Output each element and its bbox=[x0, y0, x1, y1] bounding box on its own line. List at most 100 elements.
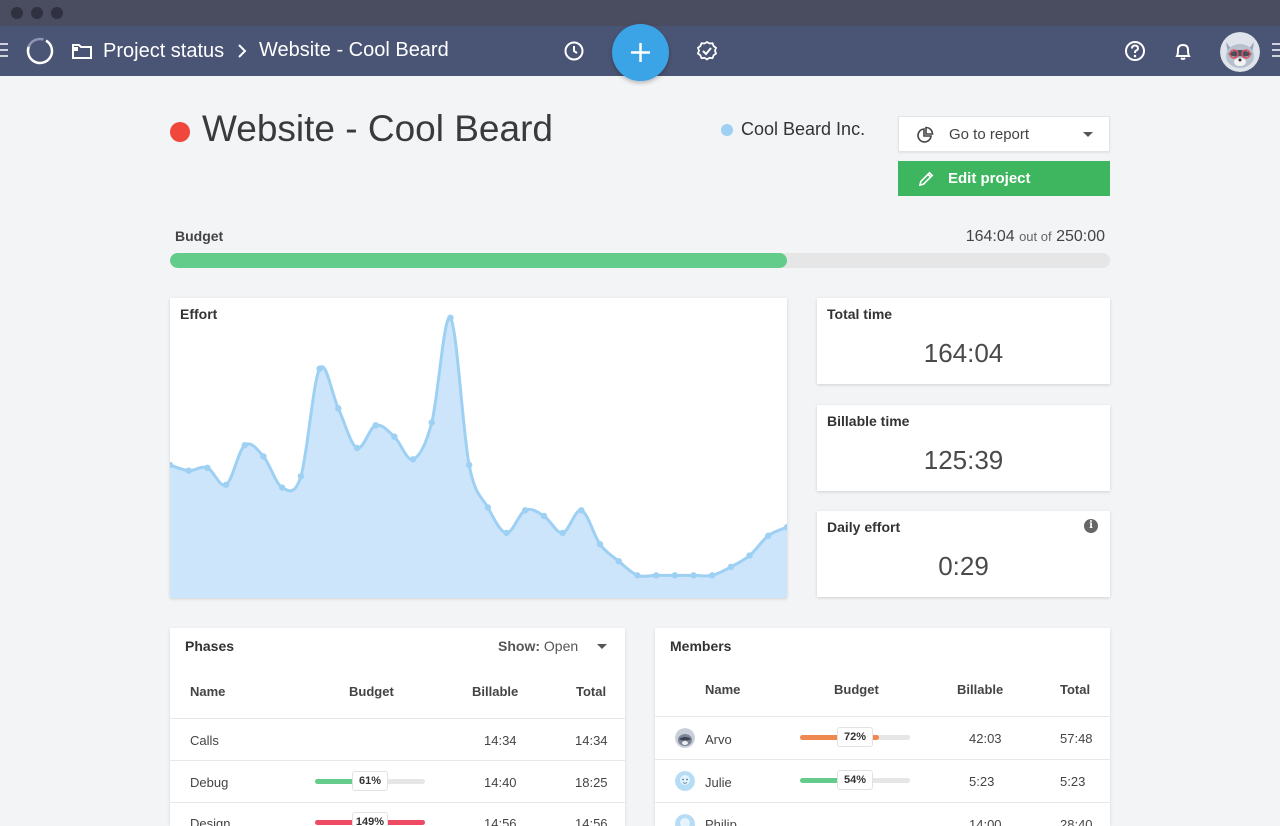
effort-point[interactable] bbox=[652, 572, 660, 579]
effort-point[interactable] bbox=[559, 529, 566, 537]
member-budget-percent: 54% bbox=[837, 770, 873, 790]
effort-point[interactable] bbox=[185, 467, 192, 474]
members-col-total[interactable]: Total bbox=[1060, 682, 1090, 697]
effort-point[interactable] bbox=[372, 422, 379, 429]
budget-separator: out of bbox=[1019, 229, 1052, 244]
effort-point[interactable] bbox=[540, 512, 548, 520]
chevron-right-icon bbox=[238, 44, 247, 58]
bell-icon[interactable] bbox=[1172, 40, 1194, 62]
effort-point[interactable] bbox=[615, 558, 622, 565]
effort-point[interactable] bbox=[260, 453, 267, 460]
budget-used: 164:04 bbox=[965, 228, 1015, 245]
billable-time-value: 125:39 bbox=[923, 445, 1004, 475]
divider bbox=[655, 759, 1110, 760]
member-name: Julie bbox=[705, 775, 732, 790]
phases-col-total[interactable]: Total bbox=[576, 684, 606, 699]
effort-point[interactable] bbox=[709, 572, 716, 579]
project-status-dot bbox=[170, 122, 190, 142]
effort-point[interactable] bbox=[447, 314, 454, 322]
member-budget-bar: 54% bbox=[800, 770, 910, 790]
member-budget-percent: 72% bbox=[837, 727, 873, 747]
effort-point[interactable] bbox=[297, 473, 305, 480]
window-titlebar bbox=[0, 0, 1280, 26]
chevron-down-icon bbox=[1083, 132, 1093, 137]
pencil-icon bbox=[918, 171, 934, 187]
go-to-report-dropdown[interactable]: Go to report bbox=[898, 116, 1110, 152]
member-billable: 14:00 bbox=[969, 817, 1002, 826]
billable-time-label: Billable time bbox=[827, 413, 910, 429]
member-name: Arvo bbox=[705, 732, 732, 747]
page-title: Website - Cool Beard bbox=[202, 108, 553, 149]
daily-effort-card: Daily effort i 0:29 bbox=[817, 511, 1110, 597]
effort-point[interactable] bbox=[578, 507, 585, 514]
phase-billable: 14:40 bbox=[484, 775, 517, 790]
budget-total: 250:00 bbox=[1056, 228, 1105, 245]
avatar bbox=[675, 814, 695, 826]
budget-progress-fill bbox=[170, 253, 787, 268]
menu-icon[interactable] bbox=[0, 43, 8, 57]
effort-point[interactable] bbox=[634, 572, 641, 579]
phase-total: 14:34 bbox=[575, 733, 608, 748]
daily-effort-value: 0:29 bbox=[938, 551, 989, 581]
divider bbox=[655, 716, 1110, 717]
show-filter-value: Open bbox=[543, 638, 579, 654]
help-icon[interactable] bbox=[1124, 40, 1146, 62]
approval-check-icon[interactable] bbox=[696, 40, 718, 62]
phase-budget-bar: 61% bbox=[315, 771, 425, 791]
effort-point[interactable] bbox=[727, 563, 735, 571]
effort-point[interactable] bbox=[596, 541, 604, 548]
effort-point[interactable] bbox=[465, 461, 473, 469]
phases-col-billable[interactable]: Billable bbox=[472, 684, 518, 699]
effort-point[interactable] bbox=[353, 444, 361, 452]
members-col-name[interactable]: Name bbox=[705, 682, 740, 697]
phase-name: Debug bbox=[190, 775, 229, 790]
show-filter-label: Show: bbox=[498, 638, 540, 654]
effort-point[interactable] bbox=[765, 532, 772, 539]
window-close-button[interactable] bbox=[11, 7, 23, 19]
daily-effort-label: Daily effort bbox=[827, 519, 901, 535]
user-avatar[interactable] bbox=[1220, 32, 1260, 72]
clock-icon[interactable] bbox=[563, 40, 585, 62]
members-col-billable[interactable]: Billable bbox=[957, 682, 1003, 697]
window-minimize-button[interactable] bbox=[31, 7, 43, 19]
effort-point[interactable] bbox=[746, 552, 753, 559]
effort-point[interactable] bbox=[204, 464, 211, 472]
client-name[interactable]: Cool Beard Inc. bbox=[741, 119, 865, 140]
edit-project-button[interactable]: Edit project bbox=[898, 161, 1110, 196]
add-button[interactable] bbox=[612, 24, 669, 81]
effort-point[interactable] bbox=[409, 456, 417, 463]
effort-point[interactable] bbox=[391, 433, 398, 440]
effort-point[interactable] bbox=[335, 405, 342, 412]
effort-point[interactable] bbox=[222, 481, 230, 488]
budget-label: Budget bbox=[175, 228, 224, 244]
effort-point[interactable] bbox=[503, 529, 510, 537]
pie-chart-icon bbox=[917, 126, 934, 143]
member-total: 5:23 bbox=[1060, 774, 1086, 789]
effort-point[interactable] bbox=[316, 365, 323, 372]
effort-point[interactable] bbox=[484, 504, 492, 511]
effort-point[interactable] bbox=[278, 484, 286, 491]
effort-point[interactable] bbox=[428, 419, 435, 426]
window-zoom-button[interactable] bbox=[51, 7, 63, 19]
phases-show-filter[interactable]: Show: Open bbox=[498, 638, 578, 654]
side-panel-menu-icon[interactable] bbox=[1272, 43, 1280, 57]
effort-point[interactable] bbox=[241, 441, 248, 449]
effort-point[interactable] bbox=[522, 507, 529, 514]
phase-name: Calls bbox=[190, 733, 219, 748]
member-total: 57:48 bbox=[1060, 731, 1093, 746]
chevron-down-icon[interactable] bbox=[597, 644, 607, 649]
effort-point[interactable] bbox=[690, 572, 697, 579]
members-table-card: Members Name Budget Billable Total Arvo … bbox=[655, 628, 1110, 826]
breadcrumb-current: Website - Cool Beard bbox=[259, 39, 449, 61]
breadcrumb-parent[interactable]: Project status bbox=[103, 40, 224, 63]
phase-budget-percent: 61% bbox=[352, 771, 388, 791]
app-logo-icon[interactable] bbox=[25, 36, 55, 66]
phase-billable: 14:34 bbox=[484, 733, 517, 748]
info-icon[interactable]: i bbox=[1084, 519, 1098, 533]
phase-budget-bar: 149% bbox=[315, 812, 425, 826]
phases-col-budget[interactable]: Budget bbox=[349, 684, 394, 699]
effort-point[interactable] bbox=[671, 572, 679, 579]
folder-icon bbox=[72, 44, 92, 59]
members-col-budget[interactable]: Budget bbox=[834, 682, 879, 697]
phases-col-name[interactable]: Name bbox=[190, 684, 225, 699]
